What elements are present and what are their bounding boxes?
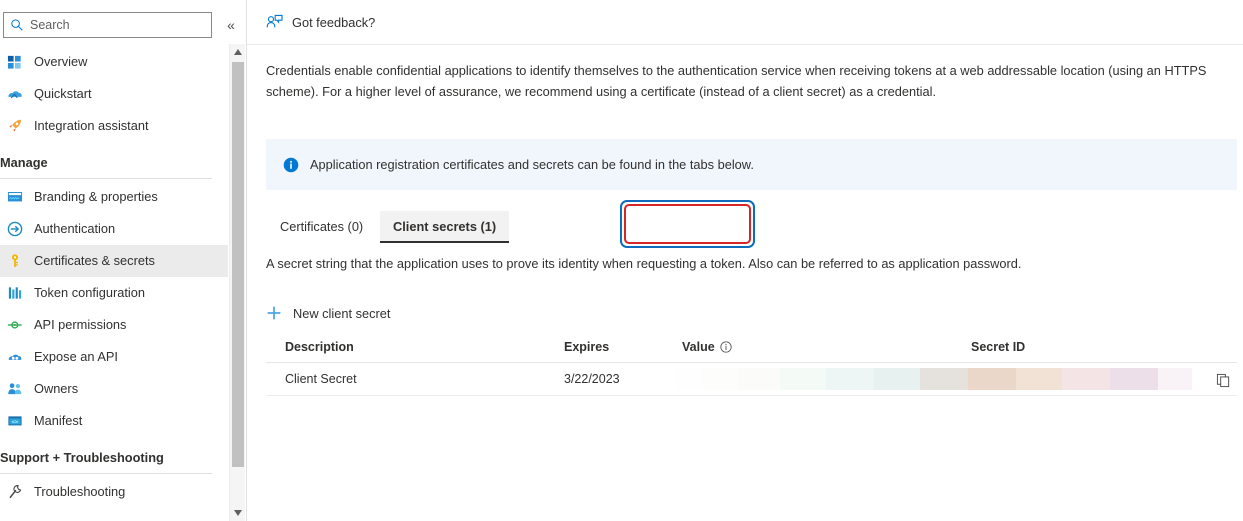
azure-portal-app-registration-page: Search « Overview Quickstart Integration a…	[0, 0, 1243, 521]
quickstart-icon	[6, 86, 23, 103]
column-header-value[interactable]: Value	[682, 340, 732, 354]
sidebar-item-troubleshooting[interactable]: Troubleshooting	[0, 476, 228, 508]
column-header-expires[interactable]: Expires	[564, 340, 609, 354]
rocket-icon	[6, 118, 23, 135]
wrench-icon	[6, 484, 23, 501]
tab-client-secrets[interactable]: Client secrets (1)	[380, 211, 510, 243]
authentication-icon	[6, 221, 23, 238]
sidebar: Search « Overview Quickstart Integration a…	[0, 0, 247, 521]
sidebar-divider	[0, 178, 212, 179]
new-client-secret-label: New client secret	[293, 305, 391, 321]
sidebar-item-token-configuration[interactable]: Token configuration	[0, 277, 228, 309]
sidebar-item-authentication[interactable]: Authentication	[0, 213, 228, 245]
key-icon	[6, 253, 23, 270]
table-row[interactable]: Client Secret 3/22/2023	[266, 363, 1237, 396]
sidebar-item-label: Expose an API	[34, 349, 118, 364]
search-placeholder: Search	[30, 18, 70, 32]
sidebar-item-label: Branding & properties	[34, 189, 158, 204]
column-header-value-label: Value	[682, 340, 715, 354]
scroll-down-arrow-icon[interactable]	[230, 505, 246, 521]
command-bar: Got feedback?	[247, 0, 1243, 45]
collapse-sidebar-button[interactable]: «	[221, 15, 241, 35]
overview-icon	[6, 54, 23, 71]
sidebar-item-overview[interactable]: Overview	[0, 46, 228, 78]
sidebar-item-certificates-secrets[interactable]: Certificates & secrets	[0, 245, 228, 277]
value-info-icon[interactable]	[720, 341, 732, 353]
sidebar-item-expose-an-api[interactable]: Expose an API	[0, 341, 228, 373]
branding-icon	[6, 189, 23, 206]
info-banner-text: Application registration certificates an…	[310, 157, 754, 172]
main-content: Got feedback? Credentials enable confide…	[247, 0, 1243, 521]
sidebar-item-owners[interactable]: Owners	[0, 373, 228, 405]
sidebar-item-api-permissions[interactable]: API permissions	[0, 309, 228, 341]
sidebar-group-support-troubleshooting: Support + Troubleshooting	[0, 450, 164, 465]
client-secrets-table: Description Expires Value Secret ID Clie	[266, 334, 1237, 396]
column-header-description[interactable]: Description	[285, 340, 354, 354]
api-permissions-icon	[6, 317, 23, 334]
sidebar-item-label: Integration assistant	[34, 118, 149, 133]
token-icon	[6, 285, 23, 302]
sidebar-nav-list: Overview Quickstart Integration assistant M…	[0, 46, 228, 521]
cell-value-redacted	[676, 368, 1192, 390]
owners-icon	[6, 381, 23, 398]
svg-text:<>: <>	[11, 419, 18, 425]
sidebar-item-label: Manifest	[34, 413, 83, 428]
sidebar-scrollbar[interactable]	[229, 44, 245, 521]
sidebar-item-label: Certificates & secrets	[34, 253, 155, 268]
sidebar-item-label: Troubleshooting	[34, 484, 126, 499]
sidebar-search-row: Search «	[0, 12, 247, 40]
new-client-secret-button[interactable]: New client secret	[266, 300, 390, 326]
tab-description: A secret string that the application use…	[266, 256, 1022, 271]
sidebar-item-label: Overview	[34, 54, 88, 69]
table-header-row: Description Expires Value Secret ID	[266, 334, 1237, 363]
sidebar-item-quickstart[interactable]: Quickstart	[0, 78, 228, 110]
cell-description: Client Secret	[285, 372, 357, 386]
sidebar-divider	[0, 473, 212, 474]
search-input[interactable]: Search	[3, 12, 212, 38]
sidebar-item-manifest[interactable]: <> Manifest	[0, 405, 228, 437]
info-icon	[283, 157, 299, 173]
cell-expires: 3/22/2023	[564, 372, 620, 386]
plus-icon	[266, 305, 282, 321]
sidebar-item-label: Token configuration	[34, 285, 145, 300]
sidebar-item-integration-assistant[interactable]: Integration assistant	[0, 110, 228, 142]
sidebar-item-branding-properties[interactable]: Branding & properties	[0, 181, 228, 213]
intro-paragraph: Credentials enable confidential applicat…	[266, 63, 1207, 99]
sidebar-item-label: Quickstart	[34, 86, 92, 101]
copy-to-clipboard-button[interactable]	[1212, 369, 1234, 391]
expose-api-icon	[6, 349, 23, 366]
got-feedback-label: Got feedback?	[292, 14, 376, 30]
sidebar-item-label: Authentication	[34, 221, 116, 236]
sidebar-scrollbar-thumb[interactable]	[232, 62, 244, 467]
sidebar-item-label: Owners	[34, 381, 79, 396]
column-header-secret-id[interactable]: Secret ID	[971, 340, 1025, 354]
sidebar-item-label: API permissions	[34, 317, 127, 332]
tab-strip: Certificates (0) Client secrets (1)	[266, 205, 866, 247]
feedback-person-icon	[266, 14, 283, 31]
tab-certificates[interactable]: Certificates (0)	[272, 211, 371, 241]
info-banner: Application registration certificates an…	[266, 139, 1237, 190]
got-feedback-button[interactable]: Got feedback?	[266, 7, 375, 37]
sidebar-group-manage: Manage	[0, 155, 48, 170]
search-icon	[10, 18, 24, 32]
scroll-up-arrow-icon[interactable]	[230, 44, 246, 60]
manifest-icon: <>	[6, 413, 23, 430]
